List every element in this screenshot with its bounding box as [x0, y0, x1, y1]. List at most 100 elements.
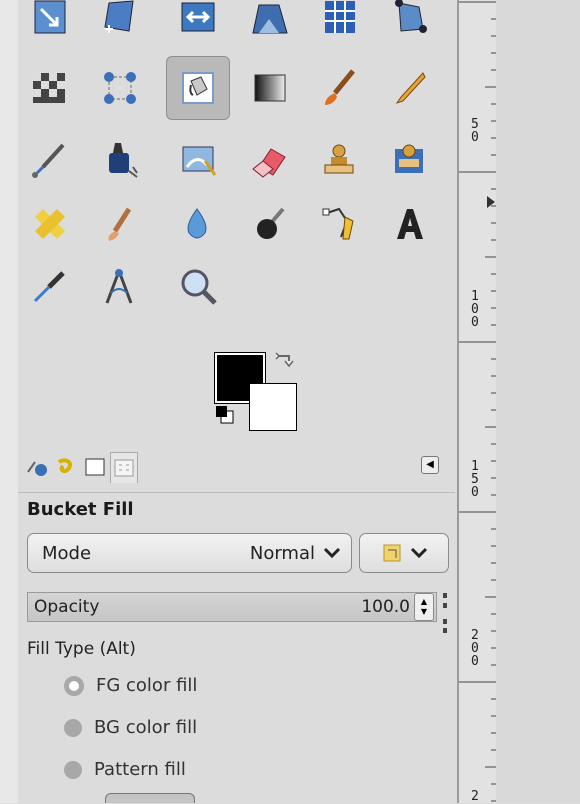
opacity-value: 100.0 — [361, 597, 410, 617]
opacity-label: Opacity — [34, 597, 100, 617]
mypaint-brush-tool-icon — [182, 146, 217, 176]
paintbrush-tool-button[interactable] — [308, 56, 372, 120]
bucket-effect-icon — [383, 544, 401, 562]
warp-grid-tool-button[interactable] — [308, 0, 372, 50]
zoom-tool-icon — [181, 269, 217, 305]
chain-link-icon — [443, 593, 447, 633]
tool-options-panel: Bucket Fill Mode Normal Opacity 100.0 ▲ ▼… — [18, 492, 455, 803]
text-tool-button[interactable] — [378, 192, 442, 256]
warp-grid-tool-icon — [325, 1, 355, 33]
paths-tool-icon — [322, 207, 354, 240]
radio-unselected-icon — [64, 718, 82, 737]
measure-tool-icon — [105, 269, 133, 304]
flip-tool-button[interactable] — [166, 0, 230, 50]
heal-tool-button[interactable] — [18, 192, 82, 256]
opacity-spin-buttons[interactable]: ▲ ▼ — [414, 593, 434, 621]
mypaint-brush-tool-button[interactable] — [166, 128, 230, 192]
handle-transform-tool-icon — [104, 72, 136, 104]
bg-color-fill-label: BG color fill — [94, 717, 198, 738]
tab-device-status[interactable] — [54, 452, 80, 482]
dodge-burn-tool-icon — [257, 207, 285, 239]
color-picker-tool-button[interactable] — [18, 256, 82, 320]
mode-effects-select[interactable] — [359, 533, 449, 573]
blur-tool-button[interactable] — [166, 192, 230, 256]
align-tool-button[interactable] — [18, 0, 82, 50]
toolbox-panel: ◀ Bucket Fill Mode Normal Opacity 100.0 … — [18, 0, 455, 803]
pencil-tool-icon — [395, 72, 426, 104]
unified-transform-tool-button[interactable] — [378, 0, 442, 50]
smudge-tool-button[interactable] — [88, 192, 152, 256]
heal-tool-icon — [35, 209, 65, 239]
tool-options-tab-icon — [27, 461, 47, 476]
clone-tool-button[interactable] — [308, 128, 372, 192]
images-tab-icon — [114, 459, 134, 477]
dodge-burn-tool-button[interactable] — [238, 192, 302, 256]
airbrush-tool-button[interactable] — [18, 128, 82, 192]
tab-undo-history[interactable] — [82, 452, 108, 482]
flip-tool-icon — [181, 2, 215, 32]
swap-colors-icon[interactable] — [273, 352, 299, 376]
checker-warp-tool-button[interactable] — [18, 56, 82, 120]
perspective-tool-button[interactable] — [88, 0, 152, 50]
measure-tool-button[interactable] — [88, 256, 152, 320]
smudge-tool-icon — [108, 207, 132, 241]
dock-tabs: ◀ — [18, 448, 455, 488]
perspective-clone-tool-button[interactable] — [378, 128, 442, 192]
clone-tool-icon — [324, 144, 354, 174]
image-canvas-area[interactable] — [496, 0, 580, 803]
background-color-swatch[interactable] — [249, 383, 297, 431]
eraser-tool-button[interactable] — [238, 128, 302, 192]
bg-color-fill-radio[interactable]: BG color fill — [64, 717, 197, 738]
fg-color-fill-label: FG color fill — [96, 675, 198, 696]
airbrush-tool-icon — [32, 143, 65, 178]
perspective-clone-tool-icon — [395, 144, 423, 173]
device-status-tab-icon — [57, 458, 72, 474]
pattern-fill-radio[interactable]: Pattern fill — [64, 759, 186, 780]
color-picker-tool-icon — [33, 271, 65, 303]
zoom-tool-button[interactable] — [166, 256, 230, 320]
vertical-ruler: 5 0 1 0 0 1 5 0 2 0 0 2 — [457, 0, 498, 803]
handle-transform-tool-button[interactable] — [88, 56, 152, 120]
pencil-tool-button[interactable] — [378, 56, 442, 120]
tool-options-title: Bucket Fill — [27, 499, 134, 520]
ink-tool-icon — [109, 143, 138, 178]
ruler-label: 2 — [471, 789, 479, 804]
paths-tool-button[interactable] — [308, 192, 372, 256]
eraser-tool-icon — [252, 148, 286, 178]
mode-label: Mode — [42, 542, 92, 564]
ink-tool-button[interactable] — [88, 128, 152, 192]
radio-selected-icon — [64, 675, 84, 696]
text-tool-icon — [397, 209, 423, 239]
blur-tool-icon — [187, 208, 207, 239]
radio-unselected-icon — [64, 760, 82, 779]
perspective-tool-icon — [104, 0, 134, 33]
fill-type-label: Fill Type (Alt) — [27, 639, 136, 659]
ruler-label: 2 0 0 — [471, 628, 479, 669]
fg-color-fill-radio[interactable]: FG color fill — [64, 675, 197, 696]
chevron-down-icon — [410, 547, 428, 559]
gradient-tool-button[interactable] — [238, 56, 302, 120]
ruler-label: 1 0 0 — [471, 289, 479, 330]
pattern-fill-label: Pattern fill — [94, 759, 186, 780]
mode-value: Normal — [249, 542, 315, 564]
tab-images[interactable] — [110, 452, 138, 483]
opacity-slider[interactable]: Opacity 100.0 ▲ ▼ — [27, 592, 437, 622]
bucket-fill-tool-button[interactable] — [166, 56, 230, 120]
ruler-label: 5 0 — [471, 117, 479, 145]
unified-transform-tool-icon — [395, 0, 427, 33]
bucket-fill-tool-icon — [182, 72, 214, 104]
paintbrush-tool-icon — [325, 69, 355, 105]
tab-tool-options[interactable] — [24, 452, 50, 482]
checker-warp-tool-icon — [33, 73, 65, 103]
pattern-select-button[interactable] — [105, 793, 195, 803]
align-tool-icon — [34, 0, 66, 34]
cage-transform-tool-icon — [252, 4, 288, 34]
cage-transform-tool-button[interactable] — [238, 0, 302, 50]
left-dock-edge — [0, 0, 19, 803]
gradient-tool-icon — [254, 74, 286, 102]
mode-select[interactable]: Mode Normal — [27, 533, 352, 573]
default-colors-icon[interactable] — [215, 405, 235, 425]
chevron-down-icon — [323, 547, 341, 559]
ruler-label: 1 5 0 — [471, 459, 479, 500]
configure-tab-button[interactable]: ◀ — [421, 456, 439, 474]
